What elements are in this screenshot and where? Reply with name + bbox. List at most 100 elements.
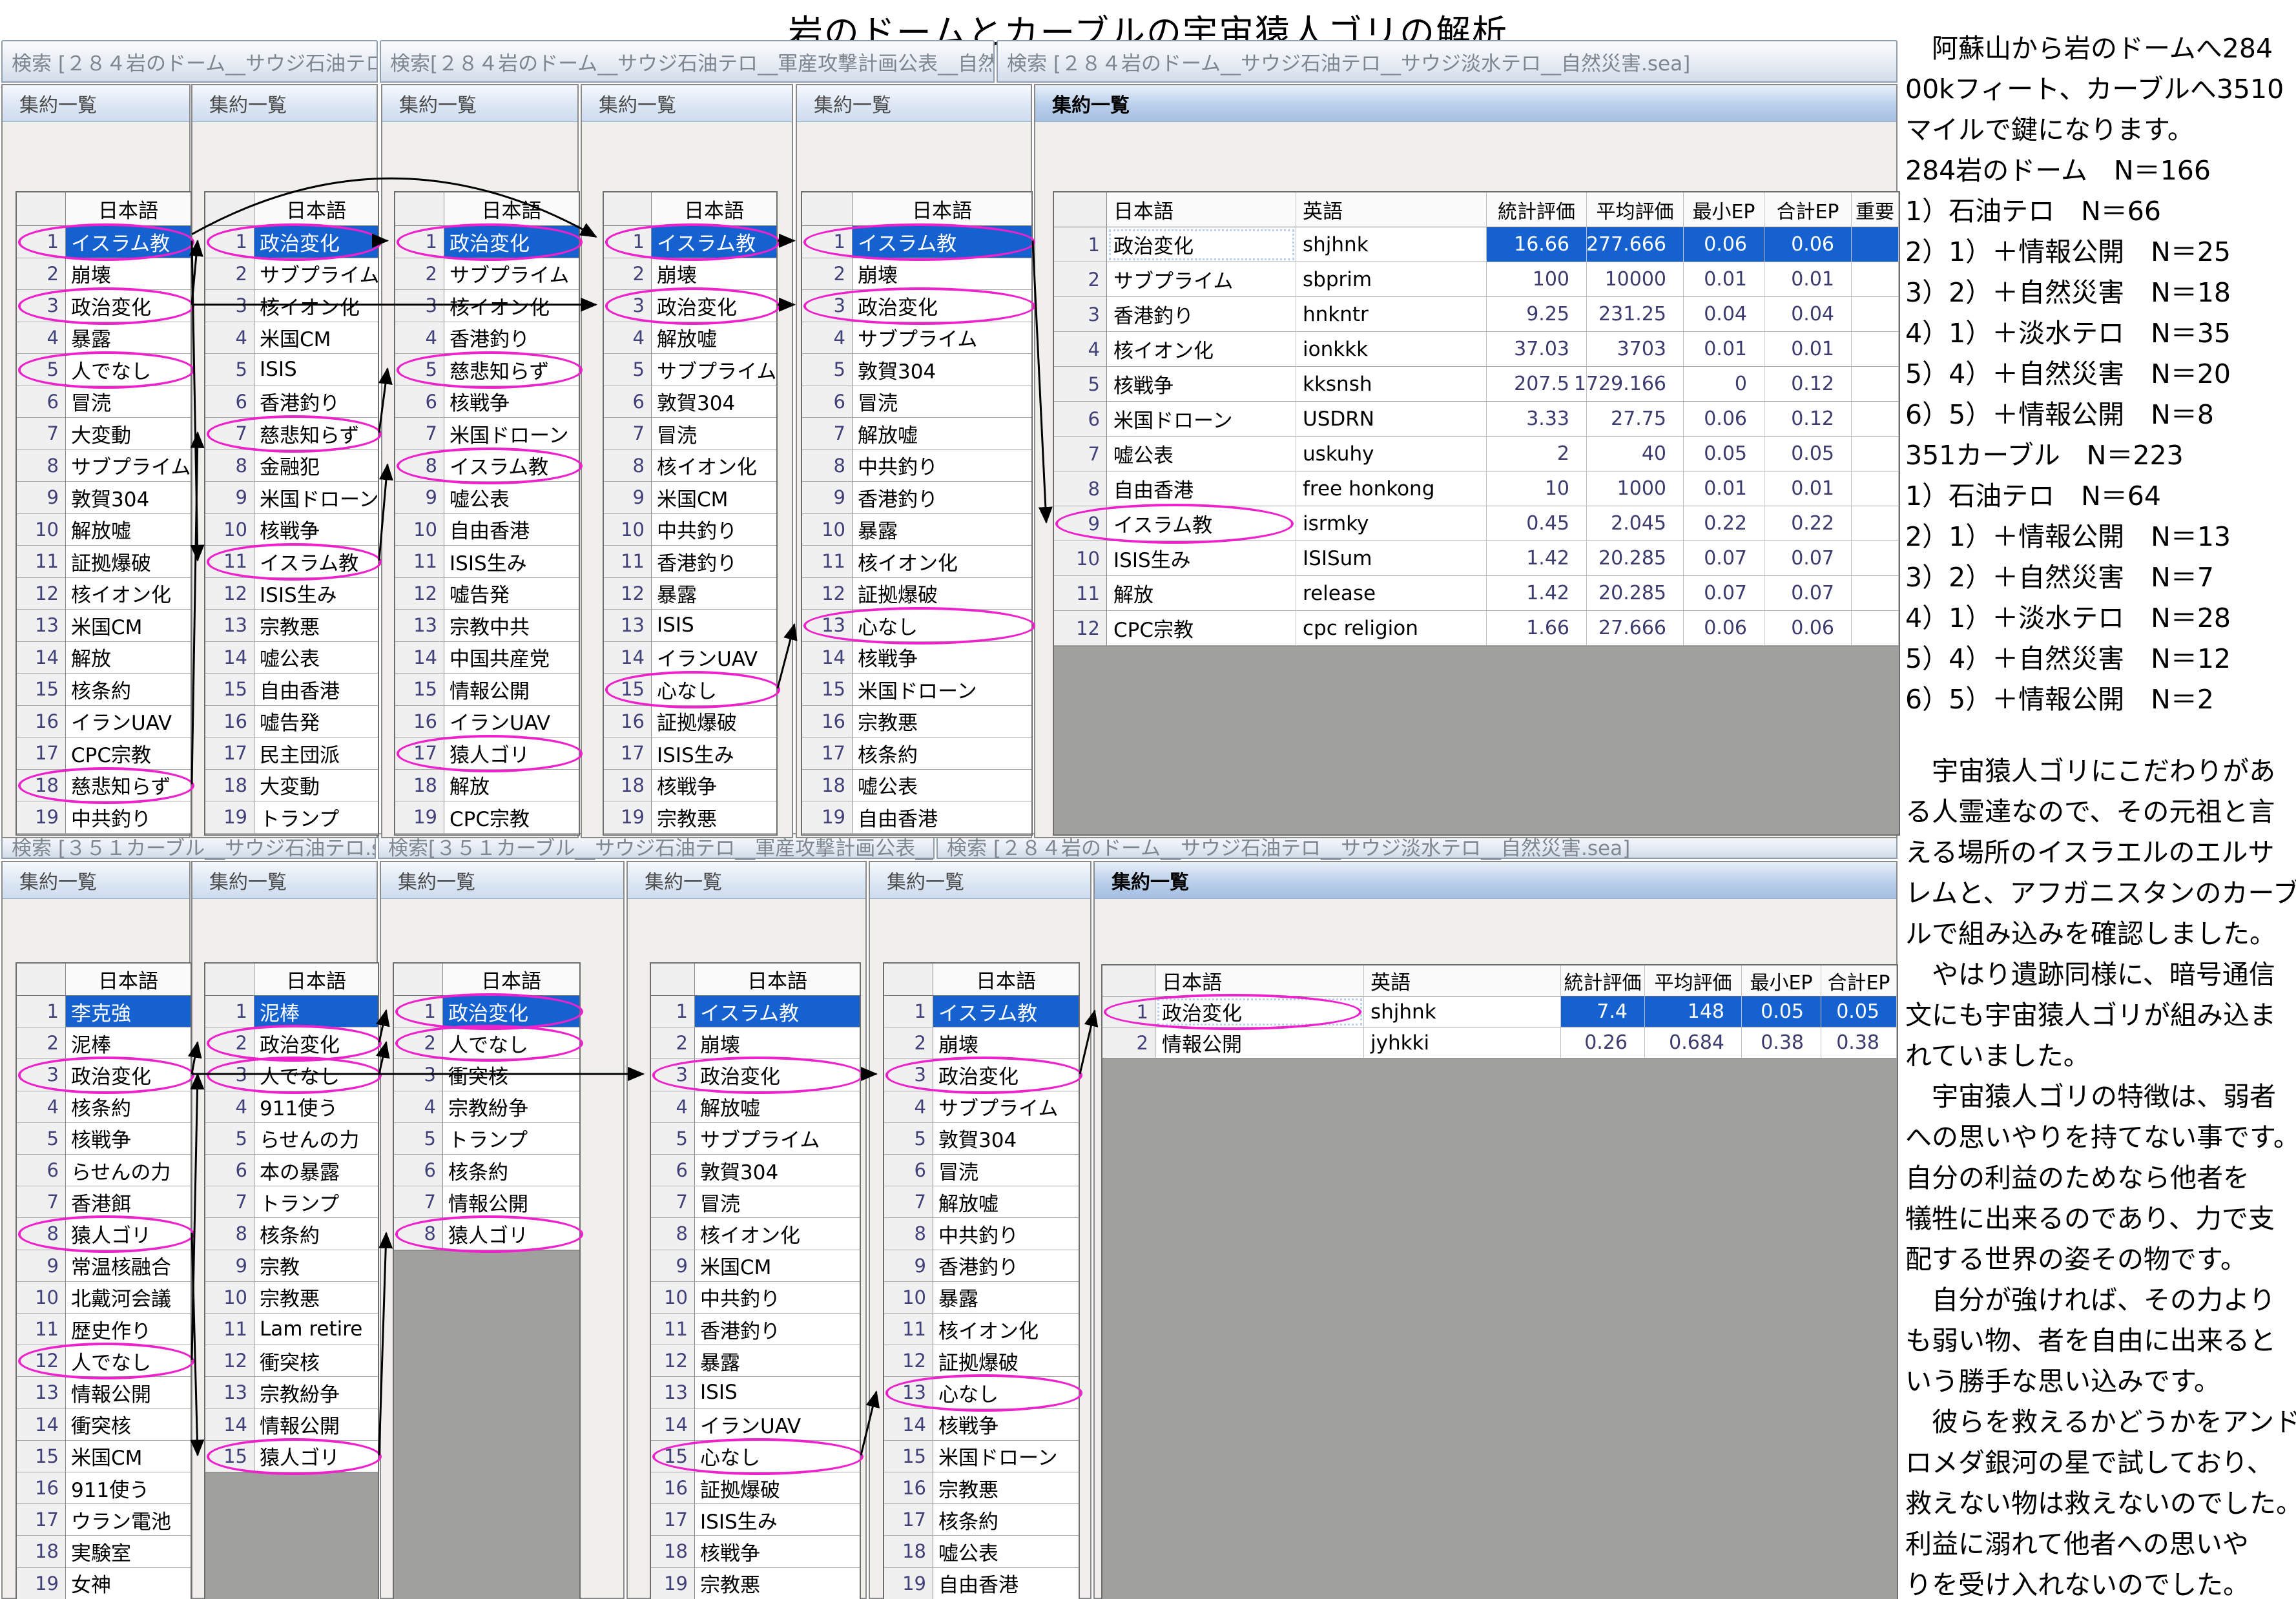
list-row[interactable]: 18実験室 (17, 1536, 191, 1567)
list-row[interactable]: 4宗教紛争 (394, 1091, 579, 1123)
list-row[interactable]: 10暴露 (802, 514, 1031, 546)
list-row[interactable]: 11歴史作り (17, 1314, 191, 1345)
list-row[interactable]: 1政治変化 (205, 226, 378, 258)
list-row[interactable]: 18大変動 (205, 770, 378, 802)
list-row[interactable]: 8核条約 (205, 1218, 378, 1250)
list-row[interactable]: 3政治変化 (604, 290, 776, 322)
list-row[interactable]: 17核条約 (884, 1504, 1079, 1536)
list-row[interactable]: 6冒涜 (884, 1155, 1079, 1186)
list-row[interactable]: 9宗教 (205, 1250, 378, 1282)
table-row[interactable]: 7嘘公表uskuhy2400.050.05 (1054, 437, 1899, 471)
table-row[interactable]: 1政治変化shjhnk16.66277.6660.060.06 (1054, 227, 1899, 262)
list-row[interactable]: 9米国CM (604, 482, 776, 514)
list-row[interactable]: 5サブプライム (651, 1123, 860, 1155)
list-row[interactable]: 8イスラム教 (395, 450, 579, 482)
list-row[interactable]: 5核戦争 (17, 1123, 191, 1155)
list-row[interactable]: 18解放 (395, 770, 579, 802)
list-row[interactable]: 11証拠爆破 (17, 546, 191, 578)
column-header[interactable]: 英語 (1364, 965, 1561, 996)
list-row[interactable]: 13宗教紛争 (205, 1377, 378, 1408)
list-row[interactable]: 4核条約 (17, 1091, 191, 1123)
list-row[interactable]: 1政治変化 (394, 996, 579, 1027)
panel-header[interactable]: 集約一覧 (3, 862, 189, 899)
list-row[interactable]: 11核イオン化 (884, 1314, 1079, 1345)
list-row[interactable]: 3衝突核 (394, 1059, 579, 1091)
list-row[interactable]: 17ウラン電池 (17, 1504, 191, 1536)
list-row[interactable]: 1政治変化 (395, 226, 579, 258)
panel-header[interactable]: 集約一覧 (797, 85, 1031, 122)
list-row[interactable]: 10中共釣り (651, 1282, 860, 1314)
list-row[interactable]: 16宗教悪 (884, 1472, 1079, 1504)
list-row[interactable]: 1イスラム教 (17, 226, 191, 258)
list-row[interactable]: 9敦賀304 (17, 482, 191, 514)
list-row[interactable]: 7解放嘘 (802, 418, 1031, 450)
list-row[interactable]: 4解放嘘 (604, 322, 776, 355)
list-row[interactable]: 15米国ドローン (802, 674, 1031, 706)
list-row[interactable]: 12核イオン化 (17, 578, 191, 610)
list-row[interactable]: 13心なし (802, 610, 1031, 642)
column-header[interactable]: 合計EP (1821, 965, 1897, 996)
table-row[interactable]: 2情報公開jyhkki0.260.6840.380.38 (1102, 1027, 1897, 1058)
list-row[interactable]: 2崩壊 (604, 258, 776, 291)
list-row[interactable]: 5敦賀304 (802, 354, 1031, 386)
list-row[interactable]: 8中共釣り (802, 450, 1031, 482)
list-row[interactable]: 5サブプライム (604, 354, 776, 386)
list-row[interactable]: 17核条約 (802, 738, 1031, 770)
list-row[interactable]: 2崩壊 (802, 258, 1031, 291)
list-row[interactable]: 7トランプ (205, 1186, 378, 1218)
column-header[interactable]: 統計評価 (1487, 192, 1587, 227)
list-row[interactable]: 10暴露 (884, 1282, 1079, 1314)
list-row[interactable]: 10自由香港 (395, 514, 579, 546)
list-row[interactable]: 11Lam retire (205, 1314, 378, 1345)
list-row[interactable]: 7冒涜 (651, 1186, 860, 1218)
list-row[interactable]: 3政治変化 (884, 1059, 1079, 1091)
list-row[interactable]: 13ISIS (604, 610, 776, 642)
list-row[interactable]: 14イランUAV (651, 1409, 860, 1441)
list-row[interactable]: 2サブプライム (205, 258, 378, 291)
list-row[interactable]: 16イランUAV (395, 706, 579, 738)
window-titlebar-top-3[interactable]: 検索 [２８４岩のドーム__サウジ石油テロ__サウジ淡水テロ__自然災害.sea… (997, 40, 1898, 83)
list-row[interactable]: 19宗教悪 (604, 801, 776, 834)
list-row[interactable]: 12人でなし (17, 1345, 191, 1377)
table-row[interactable]: 12CPC宗教cpc religion1.6627.6660.060.06 (1054, 611, 1899, 646)
list-row[interactable]: 13米国CM (17, 610, 191, 642)
column-header[interactable]: 統計評価 (1561, 965, 1645, 996)
list-row[interactable]: 2サブプライム (395, 258, 579, 291)
list-row[interactable]: 10宗教悪 (205, 1282, 378, 1314)
list-row[interactable]: 12衝突核 (205, 1345, 378, 1377)
column-header[interactable]: 平均評価 (1587, 192, 1684, 227)
list-row[interactable]: 11イスラム教 (205, 546, 378, 578)
list-row[interactable]: 13ISIS (651, 1377, 860, 1408)
table-row[interactable]: 4核イオン化ionkkk37.0337030.010.01 (1054, 332, 1899, 367)
list-row[interactable]: 3政治変化 (17, 1059, 191, 1091)
list-row[interactable]: 2崩壊 (651, 1027, 860, 1059)
list-row[interactable]: 5慈悲知らず (395, 354, 579, 386)
panel-header[interactable]: 集約一覧 (628, 862, 865, 899)
list-row[interactable]: 4911使う (205, 1091, 378, 1123)
list-row[interactable]: 9米国CM (651, 1250, 860, 1282)
list-row[interactable]: 14イランUAV (604, 642, 776, 674)
list-row[interactable]: 3政治変化 (802, 290, 1031, 322)
list-row[interactable]: 8中共釣り (884, 1218, 1079, 1250)
list-row[interactable]: 3核イオン化 (395, 290, 579, 322)
list-row[interactable]: 16証拠爆破 (651, 1472, 860, 1504)
list-row[interactable]: 13宗教中共 (395, 610, 579, 642)
list-row[interactable]: 12ISIS生み (205, 578, 378, 610)
table-row[interactable]: 8自由香港free honkong1010000.010.01 (1054, 471, 1899, 506)
list-row[interactable]: 1イスラム教 (802, 226, 1031, 258)
list-row[interactable]: 14中国共産党 (395, 642, 579, 674)
list-row[interactable]: 9米国ドローン (205, 482, 378, 514)
list-row[interactable]: 11香港釣り (604, 546, 776, 578)
list-row[interactable]: 10核戦争 (205, 514, 378, 546)
list-row[interactable]: 1イスラム教 (884, 996, 1079, 1027)
list-row[interactable]: 7米国ドローン (395, 418, 579, 450)
list-row[interactable]: 6核戦争 (395, 386, 579, 418)
table-row[interactable]: 9イスラム教isrmky0.452.0450.220.22 (1054, 506, 1899, 541)
list-row[interactable]: 15猿人ゴリ (205, 1441, 378, 1472)
column-header[interactable]: 合計EP (1764, 192, 1852, 227)
list-row[interactable]: 4サブプライム (884, 1091, 1079, 1123)
table-row[interactable]: 3香港釣りhnkntr9.25231.250.040.04 (1054, 297, 1899, 332)
column-header[interactable]: 最小EP (1742, 965, 1821, 996)
list-row[interactable]: 7冒涜 (604, 418, 776, 450)
list-row[interactable]: 7慈悲知らず (205, 418, 378, 450)
